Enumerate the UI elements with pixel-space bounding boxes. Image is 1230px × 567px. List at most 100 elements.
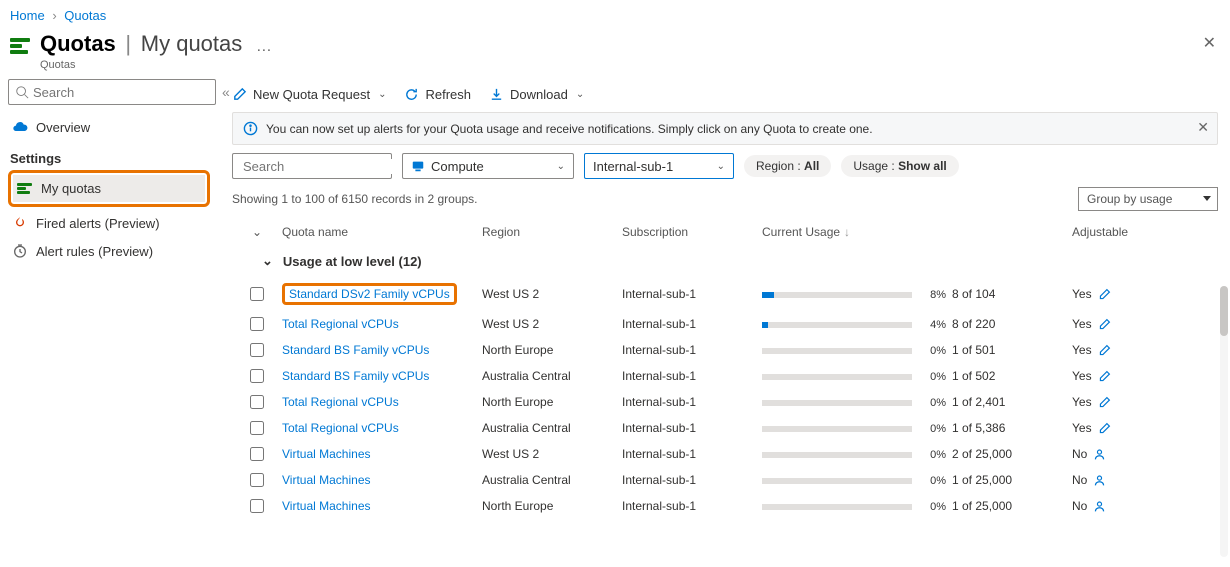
scrollbar-thumb[interactable] [1220,286,1228,336]
cell-adjustable: No [1072,447,1172,461]
new-quota-request-button[interactable]: New Quota Request ⌄ [232,87,386,102]
results-count: Showing 1 to 100 of 6150 records in 2 gr… [232,192,478,206]
cell-usage: 4% [762,317,952,331]
table-row: Standard DSv2 Family vCPUsWest US 2Inter… [232,277,1218,311]
col-adjustable[interactable]: Adjustable [1072,225,1172,239]
cell-adjustable: Yes [1072,343,1172,357]
refresh-icon [404,87,419,102]
sidebar-search[interactable] [8,79,216,105]
close-notice-icon[interactable]: ✕ [1197,119,1209,136]
usage-filter-pill[interactable]: Usage : Show all [841,155,958,177]
quota-name-link[interactable]: Standard DSv2 Family vCPUs [289,287,450,301]
cell-region: Australia Central [482,369,622,383]
table-row: Virtual MachinesNorth EuropeInternal-sub… [232,493,1218,519]
edit-icon[interactable] [1098,344,1111,357]
cell-adjustable: Yes [1072,317,1172,331]
quota-name-link[interactable]: Standard BS Family vCPUs [282,369,429,383]
group-header[interactable]: ⌄ Usage at low level (12) [232,245,1218,277]
refresh-button[interactable]: Refresh [404,87,471,102]
person-icon[interactable] [1093,448,1106,461]
chevron-down-icon[interactable]: ⌄ [262,253,273,269]
subscription-select[interactable]: Internal-sub-1 ⌄ [584,153,734,179]
cell-subscription: Internal-sub-1 [622,343,762,357]
quota-name-link[interactable]: Virtual Machines [282,447,371,461]
info-icon [243,121,258,136]
quota-name-link[interactable]: Standard BS Family vCPUs [282,343,429,357]
filter-search[interactable] [232,153,392,179]
col-region[interactable]: Region [482,225,622,239]
edit-icon[interactable] [1098,288,1111,301]
sidebar-item-label: Fired alerts (Preview) [36,216,160,231]
cell-subscription: Internal-sub-1 [622,287,762,301]
row-checkbox[interactable] [250,499,264,513]
filter-search-input[interactable] [243,159,419,174]
close-icon[interactable]: ✕ [1203,33,1216,53]
provider-select[interactable]: Compute ⌄ [402,153,574,179]
sidebar-item-label: Alert rules (Preview) [36,244,153,259]
highlight-quota-link: Standard DSv2 Family vCPUs [282,283,457,305]
sidebar-item-overview[interactable]: Overview [8,113,210,141]
edit-icon[interactable] [1098,422,1111,435]
row-checkbox[interactable] [250,421,264,435]
quota-name-link[interactable]: Total Regional vCPUs [282,317,399,331]
row-checkbox[interactable] [250,343,264,357]
cell-quota: 8 of 104 [952,287,1072,301]
group-label: Usage at low level (12) [283,254,422,269]
cell-subscription: Internal-sub-1 [622,447,762,461]
cell-usage: 0% [762,499,952,513]
edit-icon[interactable] [1098,396,1111,409]
row-checkbox[interactable] [250,317,264,331]
col-subscription[interactable]: Subscription [622,225,762,239]
chevron-down-icon: ⌄ [557,161,565,172]
quota-name-link[interactable]: Total Regional vCPUs [282,395,399,409]
sidebar-item-my-quotas[interactable]: My quotas [13,175,205,202]
more-icon[interactable]: … [256,38,273,55]
breadcrumb-home[interactable]: Home [10,8,45,23]
edit-icon[interactable] [1098,370,1111,383]
download-button[interactable]: Download ⌄ [489,87,584,102]
sidebar-search-input[interactable] [33,85,209,100]
scrollbar[interactable] [1220,286,1228,557]
cell-region: North Europe [482,499,622,513]
table-row: Standard BS Family vCPUsNorth EuropeInte… [232,337,1218,363]
cloud-icon [12,119,28,135]
breadcrumb: Home › Quotas [0,0,1230,27]
chevron-down-icon[interactable]: ⌄ [252,225,262,239]
quota-name-link[interactable]: Virtual Machines [282,473,371,487]
row-checkbox[interactable] [250,395,264,409]
col-quota-name[interactable]: Quota name [282,225,482,239]
quota-name-link[interactable]: Total Regional vCPUs [282,421,399,435]
breadcrumb-quotas[interactable]: Quotas [64,8,106,23]
col-current-usage[interactable]: Current Usage↓ [762,225,952,239]
cell-adjustable: No [1072,473,1172,487]
page-subtitle: My quotas [141,31,243,56]
cell-adjustable: No [1072,499,1172,513]
cell-region: North Europe [482,395,622,409]
sort-down-icon: ↓ [844,225,850,239]
row-checkbox[interactable] [250,287,264,301]
chevron-right-icon: › [52,8,56,23]
row-checkbox[interactable] [250,447,264,461]
subscription-value: Internal-sub-1 [593,159,673,174]
row-checkbox[interactable] [250,369,264,383]
sidebar-item-fired-alerts[interactable]: Fired alerts (Preview) [8,209,210,237]
group-by-select[interactable]: Group by usage [1078,187,1218,211]
person-icon[interactable] [1093,474,1106,487]
chevron-down-icon: ⌄ [576,89,584,100]
sidebar-item-alert-rules[interactable]: Alert rules (Preview) [8,237,210,265]
row-checkbox[interactable] [250,473,264,487]
sidebar-section-settings: Settings [10,151,210,166]
region-filter-pill[interactable]: Region : All [744,155,831,177]
edit-icon[interactable] [1098,318,1111,331]
person-icon[interactable] [1093,500,1106,513]
sidebar: « Overview Settings My quotas Fired aler… [0,79,218,567]
page-header: Quotas | My quotas … Quotas ✕ [0,27,1230,79]
cell-usage: 0% [762,473,952,487]
table-row: Total Regional vCPUsWest US 2Internal-su… [232,311,1218,337]
sidebar-item-label: Overview [36,120,90,135]
cell-quota: 1 of 501 [952,343,1072,357]
search-icon [15,85,29,99]
quota-name-link[interactable]: Virtual Machines [282,499,371,513]
cell-adjustable: Yes [1072,421,1172,435]
table-row: Standard BS Family vCPUs Australia Centra… [232,363,1218,389]
